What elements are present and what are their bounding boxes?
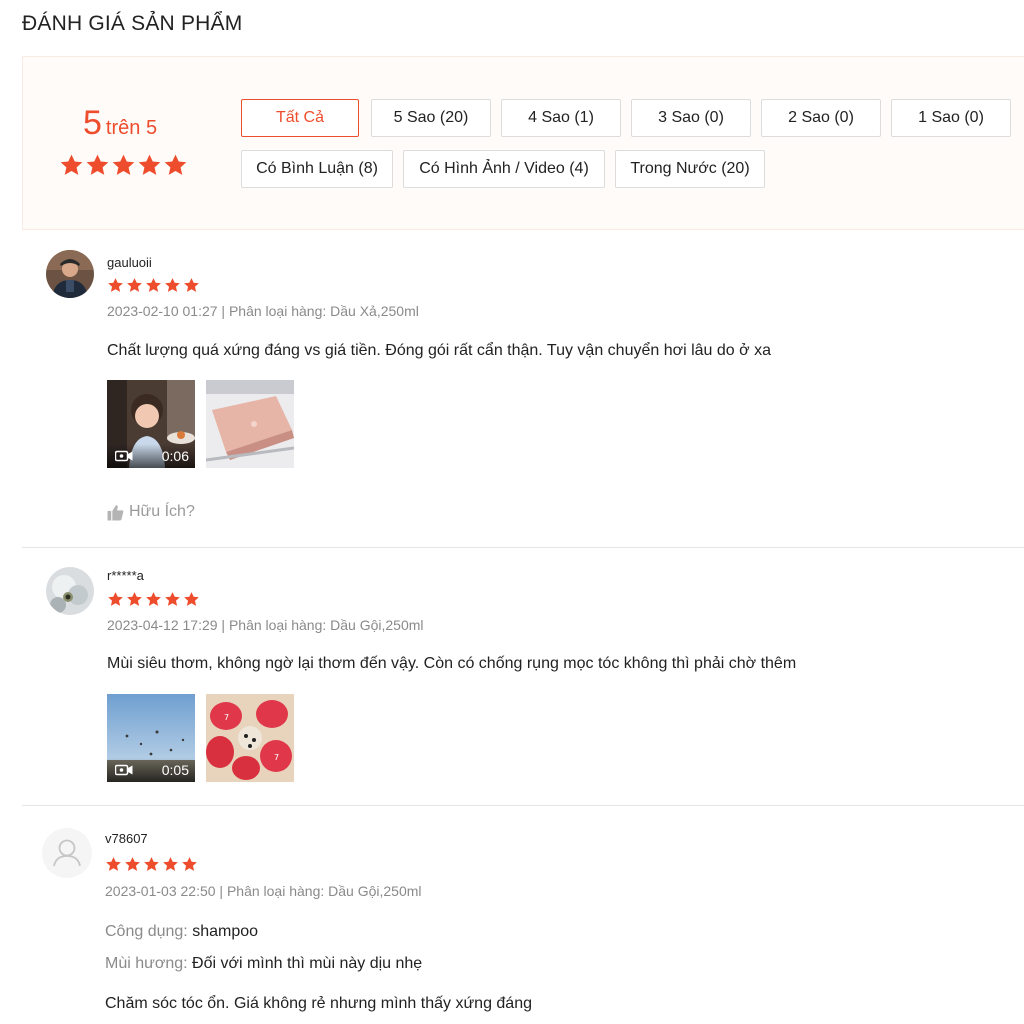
- review-comment: Mùi siêu thơm, không ngờ lại thơm đến vậ…: [107, 655, 797, 672]
- review-meta: 2023-04-12 17:29 | Phân loại hàng: Dầu G…: [107, 617, 424, 633]
- review-stars: [105, 856, 198, 873]
- star-icon: [163, 857, 178, 871]
- filter-4-star-button[interactable]: 4 Sao (1): [501, 99, 621, 137]
- rating-score-suffix: trên 5: [105, 117, 158, 139]
- review-image-thumbnail[interactable]: 7 7: [206, 694, 294, 782]
- attribute-key: Công dụng:: [105, 923, 188, 940]
- star-icon: [106, 857, 121, 871]
- svg-text:7: 7: [274, 753, 279, 762]
- review-item: gauluoii 2023-02-10 01:27 | Phân loại hà…: [22, 230, 1024, 548]
- filter-2-star-button[interactable]: 2 Sao (0): [761, 99, 881, 137]
- video-camera-icon: [115, 764, 133, 776]
- star-icon: [165, 592, 180, 606]
- rating-score-value: 5: [83, 104, 102, 142]
- rating-score: 5 trên 5: [83, 104, 157, 143]
- filter-with-comment-button[interactable]: Có Bình Luận (8): [241, 150, 393, 188]
- video-duration: 0:06: [161, 448, 189, 464]
- review-attribute-scent: Mùi hương: Đối với mình thì mùi này dịu …: [105, 955, 422, 973]
- star-icon: [138, 154, 161, 175]
- avatar[interactable]: [46, 567, 94, 615]
- avatar[interactable]: [42, 828, 92, 878]
- rating-stars: [59, 153, 188, 178]
- review-video-thumbnail[interactable]: 0:05: [107, 694, 195, 782]
- star-icon: [164, 154, 187, 175]
- thumbs-up-icon: [107, 504, 124, 520]
- review-comment: Chăm sóc tóc ổn. Giá không rẻ nhưng mình…: [105, 995, 532, 1012]
- attribute-value: Đối với mình thì mùi này dịu nhẹ: [192, 955, 423, 972]
- review-meta: 2023-01-03 22:50 | Phân loại hàng: Dầu G…: [105, 883, 422, 899]
- star-icon: [108, 278, 123, 292]
- attribute-value: shampoo: [192, 923, 259, 940]
- filter-3-star-button[interactable]: 3 Sao (0): [631, 99, 751, 137]
- filter-domestic-button[interactable]: Trong Nước (20): [615, 150, 765, 188]
- rating-summary: 5 trên 5 Tất Cả 5 Sao (20) 4 Sao (1) 3 Sa…: [22, 56, 1024, 230]
- filter-with-media-button[interactable]: Có Hình Ảnh / Video (4): [403, 150, 605, 188]
- filter-all-button[interactable]: Tất Cả: [241, 99, 359, 137]
- review-image-thumbnail[interactable]: [206, 380, 294, 468]
- star-icon: [184, 278, 199, 292]
- star-icon: [146, 278, 161, 292]
- review-username: r*****a: [107, 568, 144, 583]
- star-icon: [146, 592, 161, 606]
- star-icon: [144, 857, 159, 871]
- star-icon: [182, 857, 197, 871]
- svg-text:7: 7: [224, 713, 229, 722]
- review-meta: 2023-02-10 01:27 | Phân loại hàng: Dầu X…: [107, 303, 419, 319]
- star-icon: [86, 154, 109, 175]
- review-item: v78607 2023-01-03 22:50 | Phân loại hàng…: [22, 806, 1024, 1024]
- review-comment: Chất lượng quá xứng đáng vs giá tiền. Đó…: [107, 342, 771, 359]
- review-username: gauluoii: [107, 255, 152, 270]
- attribute-key: Mùi hương:: [105, 955, 188, 972]
- video-overlay: 0:05: [107, 758, 195, 782]
- review-item: r*****a 2023-04-12 17:29 | Phân loại hàn…: [22, 548, 1024, 806]
- video-overlay: 0:06: [107, 444, 195, 468]
- video-duration: 0:05: [161, 762, 189, 778]
- star-icon: [184, 592, 199, 606]
- video-camera-icon: [115, 450, 133, 462]
- star-icon: [165, 278, 180, 292]
- star-icon: [108, 592, 123, 606]
- star-icon: [125, 857, 140, 871]
- filter-5-star-button[interactable]: 5 Sao (20): [371, 99, 491, 137]
- review-attribute-usage: Công dụng: shampoo: [105, 923, 258, 941]
- helpful-button[interactable]: Hữu Ích?: [107, 503, 195, 521]
- review-stars: [107, 277, 200, 294]
- star-icon: [60, 154, 83, 175]
- page-title: ĐÁNH GIÁ SẢN PHẨM: [22, 12, 243, 35]
- review-video-thumbnail[interactable]: 0:06: [107, 380, 195, 468]
- star-icon: [127, 278, 142, 292]
- avatar[interactable]: [46, 250, 94, 298]
- review-stars: [107, 591, 200, 608]
- helpful-label: Hữu Ích?: [129, 503, 195, 520]
- review-username: v78607: [105, 831, 148, 846]
- filter-1-star-button[interactable]: 1 Sao (0): [891, 99, 1011, 137]
- star-icon: [112, 154, 135, 175]
- user-icon: [53, 839, 81, 867]
- star-icon: [127, 592, 142, 606]
